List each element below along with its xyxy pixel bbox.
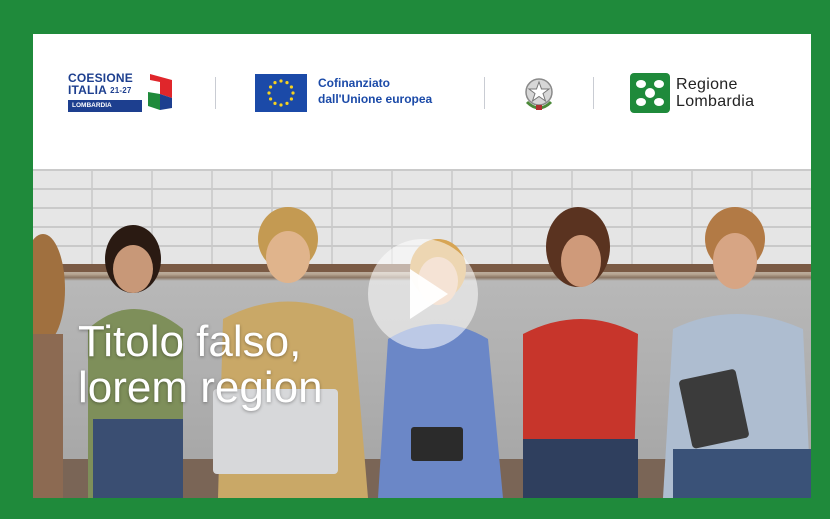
coesione-years: 21-27 — [110, 86, 132, 95]
coesione-logo: COESIONE ITALIA 21-27 LOMBARDIA — [68, 70, 178, 118]
eu-logo: Cofinanziato dall'Unione europea — [255, 72, 455, 116]
divider-2 — [484, 77, 485, 109]
coesione-logo-icon — [148, 74, 172, 110]
regione-line1: Regione — [676, 76, 738, 93]
eu-text-line1: Cofinanziato — [318, 76, 390, 90]
coesione-badge: LOMBARDIA — [68, 100, 142, 112]
coesione-line2: ITALIA 21-27 — [68, 83, 132, 97]
regione-lombardia-logo: Regione Lombardia — [630, 71, 800, 117]
regione-line2: Lombardia — [676, 93, 755, 110]
eu-text-line2: dall'Unione europea — [318, 92, 433, 106]
green-frame: COESIONE ITALIA 21-27 LOMBARDIA Cofinanz… — [0, 0, 830, 519]
headline-line2: lorem region — [78, 363, 323, 412]
divider-1 — [215, 77, 216, 109]
divider-3 — [593, 77, 594, 109]
hero-photo[interactable]: Titolo falso, lorem region — [33, 169, 811, 498]
regione-lombardia-icon — [630, 73, 670, 113]
logo-bar: COESIONE ITALIA 21-27 LOMBARDIA Cofinanz… — [33, 34, 811, 169]
italian-emblem-icon — [519, 74, 559, 114]
eu-flag-icon — [255, 74, 307, 112]
hero-headline: Titolo falso, lorem region — [78, 319, 478, 411]
media-card: COESIONE ITALIA 21-27 LOMBARDIA Cofinanz… — [33, 34, 811, 498]
headline-line1: Titolo falso, — [78, 317, 302, 366]
